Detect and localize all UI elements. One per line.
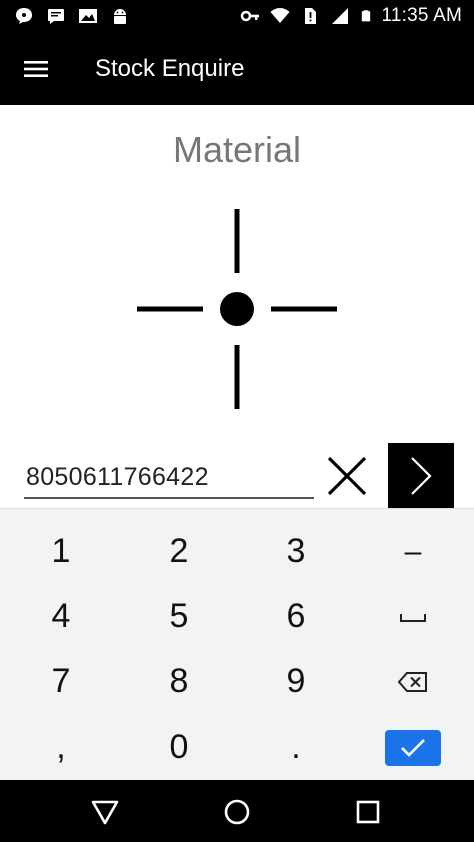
key-done[interactable] [354, 715, 472, 780]
key-space[interactable] [354, 584, 472, 649]
space-bar-icon [400, 613, 426, 622]
key-icon [240, 10, 259, 22]
message-icon [48, 9, 64, 24]
home-circle-icon[interactable] [220, 795, 254, 829]
crosshair-icon[interactable] [137, 209, 337, 409]
key-4[interactable]: 4 [2, 584, 120, 649]
app-title: Stock Enquire [95, 55, 245, 82]
key-9[interactable]: 9 [237, 649, 355, 714]
notification-icons [14, 6, 130, 26]
system-nav-bar [0, 780, 474, 842]
hamburger-menu-icon [24, 61, 48, 77]
material-code-field[interactable] [24, 457, 314, 499]
status-time: 11:35 AM [381, 5, 462, 26]
battery-icon [361, 10, 370, 22]
signal-icon [331, 8, 348, 24]
section-title: Material [172, 129, 302, 170]
status-bar: 11:35 AM [0, 0, 474, 32]
android-icon [114, 9, 126, 24]
chat-bubble-icon [16, 8, 32, 24]
key-5[interactable]: 5 [120, 584, 238, 649]
back-triangle-icon[interactable] [88, 795, 122, 829]
numeric-keypad: 1 2 3 – 4 5 6 7 8 9 , 0 . [0, 508, 474, 780]
key-comma[interactable]: , [2, 715, 120, 780]
key-backspace[interactable] [354, 649, 472, 714]
material-code-input[interactable] [24, 457, 314, 497]
checkmark-icon [401, 738, 425, 757]
chevron-right-icon [411, 457, 432, 495]
close-icon[interactable] [325, 454, 369, 498]
image-icon [79, 9, 97, 23]
system-icons: 11:35 AM [240, 6, 462, 26]
key-8[interactable]: 8 [120, 649, 238, 714]
app-bar: Stock Enquire [0, 32, 474, 105]
recents-square-icon[interactable] [351, 795, 385, 829]
key-minus[interactable]: – [354, 519, 472, 584]
key-3[interactable]: 3 [237, 519, 355, 584]
key-6[interactable]: 6 [237, 584, 355, 649]
menu-button[interactable] [16, 51, 56, 87]
no-sim-icon [304, 8, 316, 24]
key-1[interactable]: 1 [2, 519, 120, 584]
key-0[interactable]: 0 [120, 715, 238, 780]
done-button[interactable] [385, 729, 441, 766]
backspace-icon [398, 671, 427, 692]
key-period[interactable]: . [237, 715, 355, 780]
main-content: Material [0, 105, 474, 509]
key-2[interactable]: 2 [120, 519, 238, 584]
key-7[interactable]: 7 [2, 649, 120, 714]
wifi-icon [270, 8, 290, 23]
go-button[interactable] [388, 443, 454, 509]
